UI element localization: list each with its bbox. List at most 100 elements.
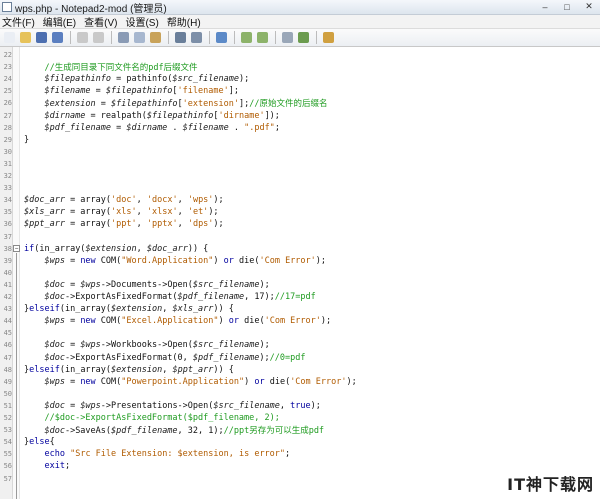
code-line[interactable]: 43}elseif(in_array($extension, $xls_arr)… <box>0 303 600 315</box>
fold-guide-line <box>16 252 17 499</box>
undo-icon <box>77 32 88 43</box>
scheme-icon <box>282 32 293 43</box>
code-token: , <box>162 304 173 315</box>
cut-button[interactable] <box>116 30 131 45</box>
code-line[interactable]: 48}elseif(in_array($extension, $ppt_arr)… <box>0 364 600 376</box>
code-line[interactable]: 35 $xls_arr = array('xls', 'xlsx', 'et'); <box>0 206 600 218</box>
code-text: $extension = $filepathinfo['extension'];… <box>20 97 327 109</box>
code-line[interactable]: 51 $doc = $wps->Presentations->Open($src… <box>0 400 600 412</box>
code-token: true <box>290 400 311 411</box>
toolbar-separator <box>209 31 210 44</box>
code-line[interactable]: 39 $wps = new COM("Word.Application") or… <box>0 255 600 267</box>
code-text: $doc->SaveAs($pdf_filename, 32, 1);//ppt… <box>20 424 324 436</box>
code-editor[interactable]: 22 23 //生成同目录下同文件名的pdf后缀文件 24 $filepathinf… <box>0 47 600 499</box>
menu-view[interactable]: 查看(V) <box>82 14 123 29</box>
code-token: 'Com Error' <box>259 255 316 266</box>
code-token: COM( <box>95 376 122 387</box>
code-line[interactable]: 33 <box>0 182 600 194</box>
menu-file[interactable]: 文件(F) <box>0 14 41 29</box>
redo-button[interactable] <box>91 30 106 45</box>
run-button[interactable] <box>321 30 336 45</box>
line-number: 45 <box>3 329 12 338</box>
code-line[interactable]: 41 $doc = $wps->Documents->Open($src_fil… <box>0 279 600 291</box>
fold-marker <box>13 110 20 122</box>
code-line[interactable]: 46 $doc = $wps->Workbooks->Open($src_fil… <box>0 339 600 351</box>
settings-button[interactable] <box>296 30 311 45</box>
zoom-out-button[interactable] <box>255 30 270 45</box>
code-line[interactable]: 30 <box>0 146 600 158</box>
line-number: 52 <box>3 414 12 422</box>
code-token: , <box>136 207 147 218</box>
code-token: ); <box>320 316 332 327</box>
copy-button[interactable] <box>132 30 147 45</box>
code-token: $filepathinfo <box>105 86 173 97</box>
line-number: 38 <box>3 244 12 253</box>
open-folder-button[interactable] <box>18 30 33 45</box>
code-text: if(in_array($extension, $doc_arr)) { <box>20 244 208 254</box>
code-line[interactable]: 32 <box>0 170 600 182</box>
undo-button[interactable] <box>75 30 90 45</box>
code-line[interactable]: 23 //生成同目录下同文件名的pdf后缀文件 <box>0 61 600 73</box>
code-token: ) <box>213 255 224 266</box>
code-token: , 17); <box>244 292 275 302</box>
code-line[interactable]: 54}else{ <box>0 436 600 448</box>
maximize-button[interactable]: □ <box>556 0 578 13</box>
scheme-button[interactable] <box>280 30 295 45</box>
code-token: { <box>49 437 55 448</box>
fold-marker <box>13 122 20 134</box>
code-token: , <box>177 207 188 218</box>
code-line[interactable]: 50 <box>0 388 600 400</box>
collapse-fold-icon[interactable]: − <box>13 244 20 252</box>
menu-settings[interactable]: 设置(S) <box>123 14 164 29</box>
menu-edit[interactable]: 编辑(E) <box>41 14 82 29</box>
save-button[interactable] <box>34 30 49 45</box>
code-line[interactable]: 52 //$doc->ExportAsFixedFormat($pdf_file… <box>0 412 600 424</box>
code-line[interactable]: 45 <box>0 327 600 339</box>
copy-icon <box>134 32 145 43</box>
code-line[interactable]: 37 <box>0 231 600 243</box>
zoom-in-button[interactable] <box>239 30 254 45</box>
word-wrap-button[interactable] <box>214 30 229 45</box>
code-token: $doc_arr <box>24 195 65 206</box>
code-line[interactable]: 49 $wps = new COM("Powerpoint.Applicatio… <box>0 376 600 388</box>
line-number: 44 <box>3 317 12 326</box>
code-token: $doc <box>24 352 65 363</box>
code-text: }elseif(in_array($extension, $xls_arr)) … <box>20 304 234 314</box>
code-line[interactable]: 34 $doc_arr = array('doc', 'docx', 'wps')… <box>0 194 600 206</box>
code-line[interactable]: 31 <box>0 158 600 170</box>
title-bar: wps.php - Notepad2-mod (管理员) – □ ✕ <box>0 0 600 15</box>
close-button[interactable]: ✕ <box>578 0 600 13</box>
code-token: , <box>177 195 188 206</box>
line-number: 40 <box>3 268 12 277</box>
code-line[interactable]: 26 $extension = $filepathinfo['extension… <box>0 97 600 109</box>
replace-button[interactable] <box>189 30 204 45</box>
code-line[interactable]: 27 $dirname = realpath($filepathinfo['di… <box>0 110 600 122</box>
code-line[interactable]: 53 $doc->SaveAs($pdf_filename, 32, 1);//… <box>0 424 600 436</box>
new-file-button[interactable] <box>2 30 17 45</box>
code-line[interactable]: 22 <box>0 49 600 61</box>
window-title: wps.php - Notepad2-mod (管理员) <box>15 3 167 15</box>
code-line[interactable]: 24 $filepathinfo = pathinfo($src_filenam… <box>0 73 600 85</box>
code-token: $filepathinfo <box>111 99 178 110</box>
find-button[interactable] <box>173 30 188 45</box>
code-line[interactable]: 38 if(in_array($extension, $doc_arr)) { <box>0 243 600 255</box>
code-line[interactable]: 47 $doc->ExportAsFixedFormat(0, $pdf_fil… <box>0 352 600 364</box>
code-line[interactable]: 28 $pdf_filename = $dirname . $filename … <box>0 122 600 134</box>
code-token: $doc <box>24 292 65 302</box>
line-number: 41 <box>3 280 12 289</box>
code-line[interactable]: 25 $filename = $filepathinfo['filename']… <box>0 85 600 97</box>
code-token: = array( <box>64 219 112 230</box>
code-token: new <box>80 255 96 266</box>
paste-button[interactable] <box>148 30 163 45</box>
run-icon <box>323 32 334 43</box>
code-line[interactable]: 55 echo "Src File Extension: $extension,… <box>0 448 600 460</box>
code-line[interactable]: 44 $wps = new COM("Excel.Application") o… <box>0 315 600 327</box>
code-line[interactable]: 42 $doc->ExportAsFixedFormat($pdf_filena… <box>0 291 600 303</box>
code-line[interactable]: 29} <box>0 134 600 146</box>
code-line[interactable]: 36 $ppt_arr = array('ppt', 'pptx', 'dps')… <box>0 218 600 230</box>
menu-help[interactable]: 帮助(H) <box>165 14 207 29</box>
code-line[interactable]: 40 <box>0 267 600 279</box>
save-as-button[interactable] <box>50 30 65 45</box>
minimize-button[interactable]: – <box>534 0 556 13</box>
code-token: ); <box>213 219 224 230</box>
